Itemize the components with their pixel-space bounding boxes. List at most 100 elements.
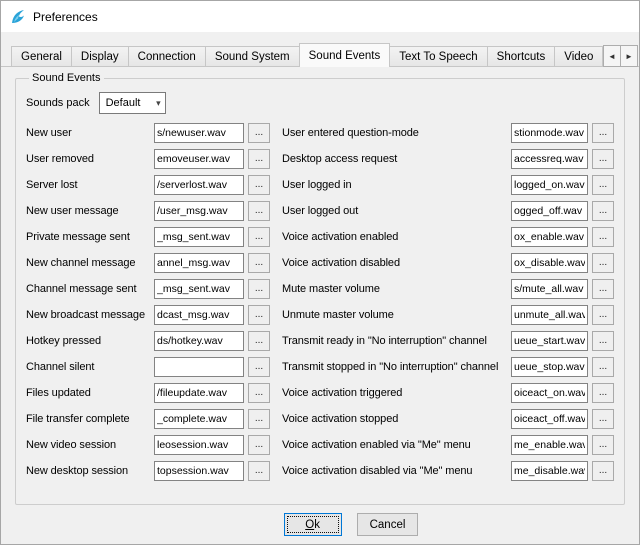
tab-text-to-speech[interactable]: Text To Speech: [389, 46, 487, 66]
browse-voice-activation-disabled-via-me-menu[interactable]: ...: [592, 461, 614, 481]
input-new-desktop-session[interactable]: [154, 461, 244, 481]
input-unmute-master-volume[interactable]: [511, 305, 588, 325]
sound-event-row: User logged in...: [282, 175, 614, 195]
browse-private-message-sent[interactable]: ...: [248, 227, 270, 247]
browse-channel-message-sent[interactable]: ...: [248, 279, 270, 299]
left-column: New user...User removed...Server lost...…: [26, 123, 270, 487]
browse-new-channel-message[interactable]: ...: [248, 253, 270, 273]
input-voice-activation-enabled[interactable]: [511, 227, 588, 247]
label-user-logged-out: User logged out: [282, 205, 511, 217]
label-new-desktop-session: New desktop session: [26, 465, 154, 477]
input-transmit-ready-in-no-interruption-channel[interactable]: [511, 331, 588, 351]
tab-sound-system[interactable]: Sound System: [205, 46, 300, 66]
input-user-logged-in[interactable]: [511, 175, 588, 195]
sounds-pack-label: Sounds pack: [26, 97, 90, 109]
input-hotkey-pressed[interactable]: [154, 331, 244, 351]
browse-user-logged-in[interactable]: ...: [592, 175, 614, 195]
tab-bar: ◄ ► GeneralDisplayConnectionSound System…: [1, 42, 639, 67]
input-server-lost[interactable]: [154, 175, 244, 195]
input-new-video-session[interactable]: [154, 435, 244, 455]
browse-channel-silent[interactable]: ...: [248, 357, 270, 377]
sound-event-row: Server lost...: [26, 175, 270, 195]
right-column: User entered question-mode...Desktop acc…: [282, 123, 614, 487]
browse-new-user-message[interactable]: ...: [248, 201, 270, 221]
label-files-updated: Files updated: [26, 387, 154, 399]
tab-scroll-right-icon[interactable]: ►: [620, 45, 638, 67]
browse-new-video-session[interactable]: ...: [248, 435, 270, 455]
input-user-entered-question-mode[interactable]: [511, 123, 588, 143]
input-voice-activation-enabled-via-me-menu[interactable]: [511, 435, 588, 455]
label-voice-activation-enabled: Voice activation enabled: [282, 231, 511, 243]
tab-scroll-controls: ◄ ►: [604, 45, 638, 67]
browse-new-broadcast-message[interactable]: ...: [248, 305, 270, 325]
input-new-channel-message[interactable]: [154, 253, 244, 273]
input-private-message-sent[interactable]: [154, 227, 244, 247]
browse-server-lost[interactable]: ...: [248, 175, 270, 195]
group-title: Sound Events: [29, 72, 104, 84]
label-new-channel-message: New channel message: [26, 257, 154, 269]
sounds-pack-row: Sounds pack Default ▾: [26, 92, 614, 114]
browse-mute-master-volume[interactable]: ...: [592, 279, 614, 299]
browse-files-updated[interactable]: ...: [248, 383, 270, 403]
input-new-user[interactable]: [154, 123, 244, 143]
browse-voice-activation-stopped[interactable]: ...: [592, 409, 614, 429]
input-desktop-access-request[interactable]: [511, 149, 588, 169]
input-voice-activation-disabled-via-me-menu[interactable]: [511, 461, 588, 481]
sound-event-row: New channel message...: [26, 253, 270, 273]
browse-file-transfer-complete[interactable]: ...: [248, 409, 270, 429]
browse-transmit-ready-in-no-interruption-channel[interactable]: ...: [592, 331, 614, 351]
sound-event-row: Private message sent...: [26, 227, 270, 247]
tab-connection[interactable]: Connection: [128, 46, 206, 66]
label-voice-activation-disabled: Voice activation disabled: [282, 257, 511, 269]
input-voice-activation-triggered[interactable]: [511, 383, 588, 403]
input-file-transfer-complete[interactable]: [154, 409, 244, 429]
label-file-transfer-complete: File transfer complete: [26, 413, 154, 425]
label-mute-master-volume: Mute master volume: [282, 283, 511, 295]
label-channel-message-sent: Channel message sent: [26, 283, 154, 295]
browse-voice-activation-enabled[interactable]: ...: [592, 227, 614, 247]
input-transmit-stopped-in-no-interruption-channel[interactable]: [511, 357, 588, 377]
tab-display[interactable]: Display: [71, 46, 129, 66]
label-new-broadcast-message: New broadcast message: [26, 309, 154, 321]
sound-event-row: Voice activation stopped...: [282, 409, 614, 429]
input-mute-master-volume[interactable]: [511, 279, 588, 299]
sound-event-row: New desktop session...: [26, 461, 270, 481]
browse-user-removed[interactable]: ...: [248, 149, 270, 169]
tab-sound-events[interactable]: Sound Events: [299, 43, 391, 67]
input-new-broadcast-message[interactable]: [154, 305, 244, 325]
label-voice-activation-triggered: Voice activation triggered: [282, 387, 511, 399]
cancel-button[interactable]: Cancel: [357, 513, 419, 536]
browse-transmit-stopped-in-no-interruption-channel[interactable]: ...: [592, 357, 614, 377]
label-user-logged-in: User logged in: [282, 179, 511, 191]
chevron-down-icon: ▾: [156, 98, 161, 109]
sound-event-columns: New user...User removed...Server lost...…: [26, 123, 614, 487]
input-voice-activation-stopped[interactable]: [511, 409, 588, 429]
input-new-user-message[interactable]: [154, 201, 244, 221]
input-voice-activation-disabled[interactable]: [511, 253, 588, 273]
label-voice-activation-stopped: Voice activation stopped: [282, 413, 511, 425]
label-channel-silent: Channel silent: [26, 361, 154, 373]
browse-voice-activation-triggered[interactable]: ...: [592, 383, 614, 403]
browse-user-entered-question-mode[interactable]: ...: [592, 123, 614, 143]
browse-unmute-master-volume[interactable]: ...: [592, 305, 614, 325]
input-channel-message-sent[interactable]: [154, 279, 244, 299]
tab-video[interactable]: Video: [554, 46, 603, 66]
browse-new-desktop-session[interactable]: ...: [248, 461, 270, 481]
browse-new-user[interactable]: ...: [248, 123, 270, 143]
browse-voice-activation-disabled[interactable]: ...: [592, 253, 614, 273]
sound-event-row: Voice activation disabled via "Me" menu.…: [282, 461, 614, 481]
tab-shortcuts[interactable]: Shortcuts: [487, 46, 556, 66]
browse-user-logged-out[interactable]: ...: [592, 201, 614, 221]
ok-button[interactable]: Ok: [284, 513, 342, 536]
browse-hotkey-pressed[interactable]: ...: [248, 331, 270, 351]
sounds-pack-select[interactable]: Default ▾: [99, 92, 166, 114]
tab-general[interactable]: General: [11, 46, 72, 66]
input-channel-silent[interactable]: [154, 357, 244, 377]
browse-voice-activation-enabled-via-me-menu[interactable]: ...: [592, 435, 614, 455]
preferences-dialog: Preferences ◄ ► GeneralDisplayConnection…: [0, 0, 640, 545]
input-user-logged-out[interactable]: [511, 201, 588, 221]
input-user-removed[interactable]: [154, 149, 244, 169]
input-files-updated[interactable]: [154, 383, 244, 403]
tab-scroll-left-icon[interactable]: ◄: [603, 45, 621, 67]
browse-desktop-access-request[interactable]: ...: [592, 149, 614, 169]
